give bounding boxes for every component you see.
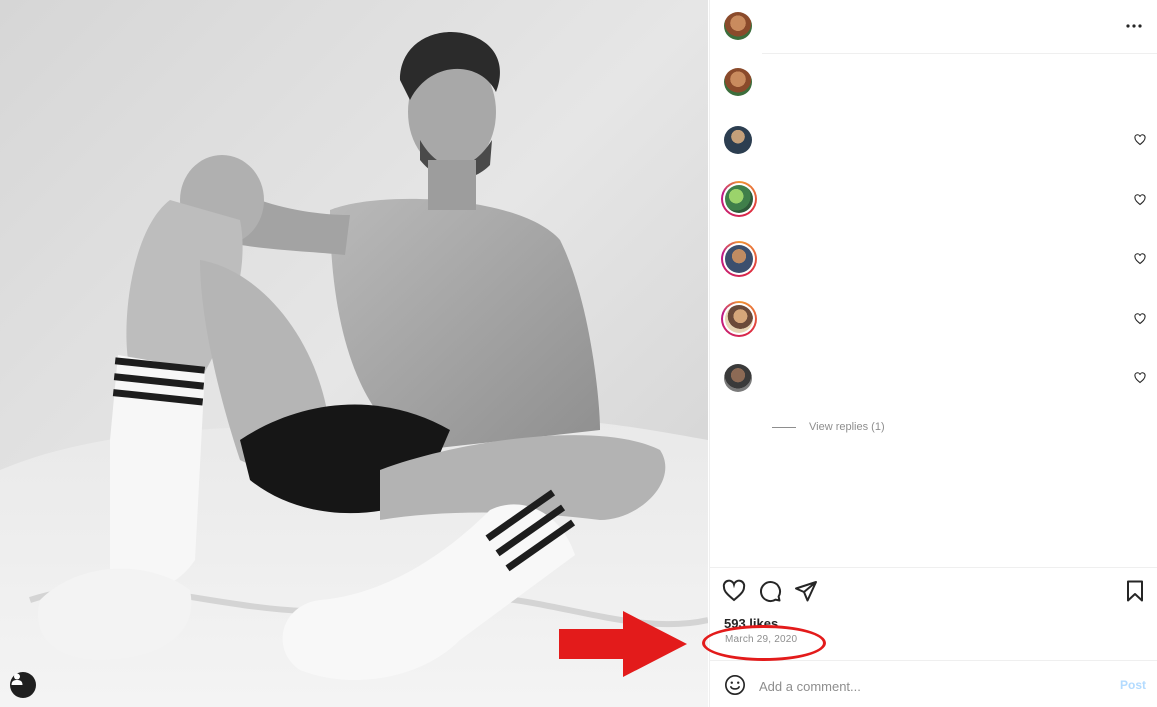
author-avatar[interactable] [724,12,752,40]
emoji-icon[interactable] [724,674,746,696]
comment-input[interactable] [759,676,1099,696]
send-icon[interactable] [794,579,818,603]
comment-bubble-icon[interactable] [758,579,782,603]
post-side-panel: View replies (1) 593 likes March 29, 202… [709,0,1157,707]
view-replies-link[interactable]: View replies (1) [772,419,885,435]
header-divider [762,53,1057,54]
commenter-avatar-story[interactable] [721,241,757,277]
post-comment-button[interactable]: Post [1120,678,1146,692]
actions-divider [710,567,1157,568]
post-header [710,0,1157,54]
comment-like-icon[interactable] [1134,193,1148,207]
commenter-avatar-story[interactable] [721,301,757,337]
comment-like-icon[interactable] [1134,371,1148,385]
caption-author-avatar[interactable] [724,68,752,96]
post-photo[interactable] [0,0,708,707]
comment-like-icon[interactable] [1134,133,1148,147]
header-divider [1057,53,1157,54]
replies-divider [772,426,796,428]
comment-like-icon[interactable] [1134,312,1148,326]
annotation-circle [702,625,826,661]
more-options-icon[interactable] [1124,16,1144,36]
photo-illustration [0,0,708,707]
comment-like-icon[interactable] [1134,252,1148,266]
annotation-arrow [559,611,687,677]
bookmark-icon[interactable] [1123,579,1147,603]
view-replies-label: View replies (1) [809,421,885,433]
heart-icon[interactable] [722,579,746,603]
commenter-avatar[interactable] [724,126,752,154]
commenter-avatar[interactable] [724,364,752,392]
commenter-avatar-story[interactable] [721,181,757,217]
user-tag-icon[interactable] [10,672,36,698]
